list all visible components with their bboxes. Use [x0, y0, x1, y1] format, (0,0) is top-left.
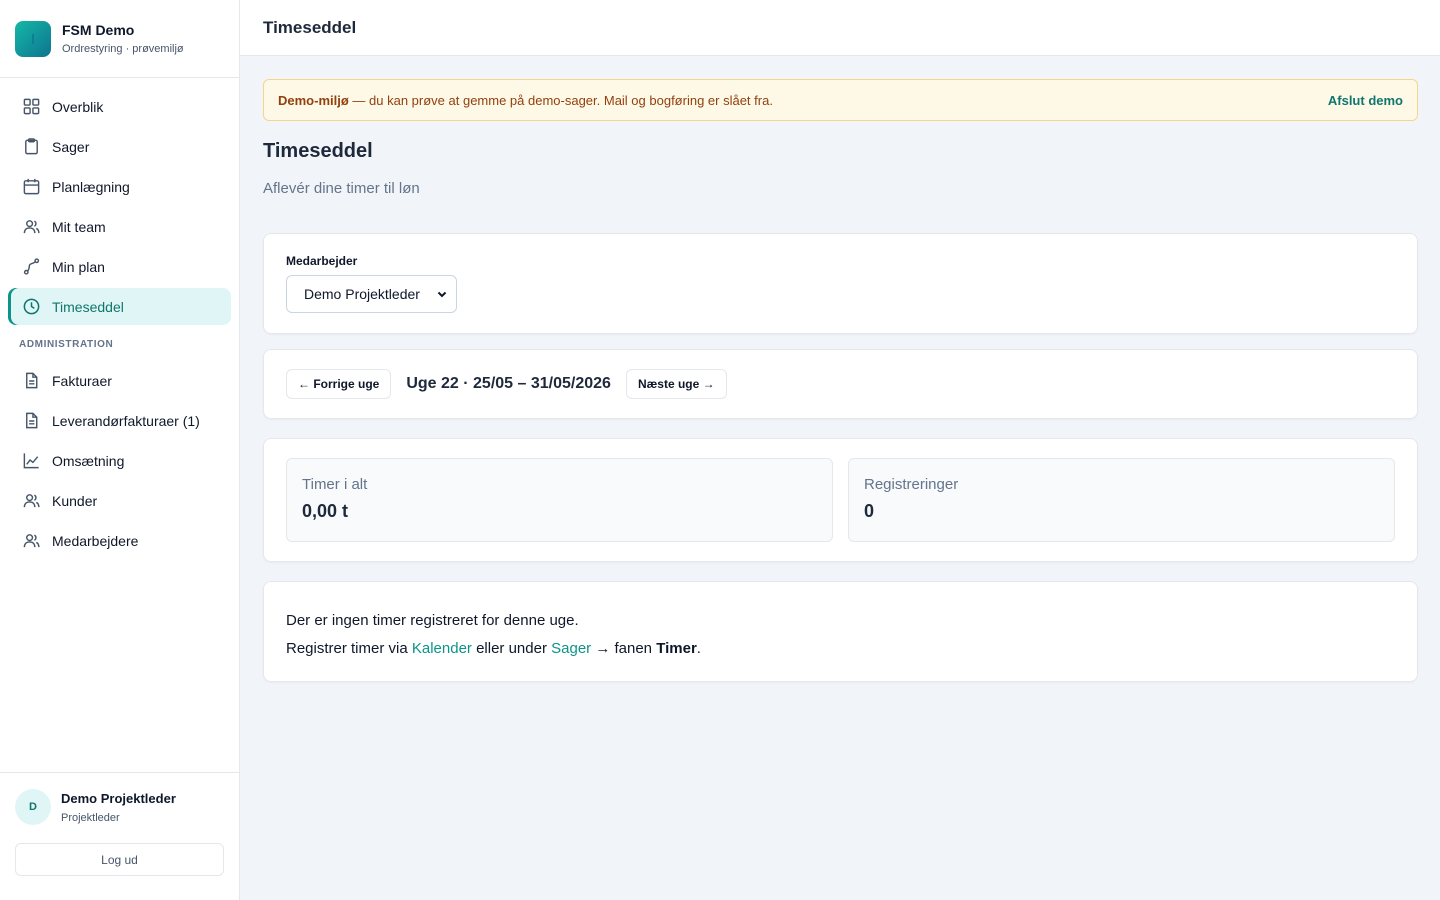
empty-hint: Registrer timer via Kalender eller under…	[286, 635, 1395, 663]
banner-text: — du kan prøve at gemme på demo-sager. M…	[348, 92, 773, 108]
user-role: Projektleder	[61, 812, 120, 824]
clipboard-icon	[25, 138, 38, 155]
sidebar-item-label: Omsætning	[52, 452, 125, 469]
sidebar-item-label: Timeseddel	[52, 298, 124, 315]
sidebar-item-label: Fakturaer	[52, 372, 112, 389]
page-title: Timeseddel	[263, 140, 373, 162]
sidebar-item-label: Medarbejdere	[52, 532, 139, 549]
previous-week-button[interactable]: ← Forrige uge	[286, 369, 392, 399]
sidebar-item-medarbejdere[interactable]: Medarbejdere	[8, 522, 231, 559]
banner-message: Demo-miljø — du kan prøve at gemme på de…	[278, 93, 773, 108]
topbar: Timeseddel	[240, 0, 1440, 56]
sidebar-item-label: Mit team	[52, 218, 106, 235]
avatar: D	[15, 789, 51, 825]
sidebar-item-timeseddel[interactable]: Timeseddel	[8, 288, 231, 325]
cases-link[interactable]: Sager	[551, 640, 591, 657]
empty-state-card: Der er ingen timer registreret for denne…	[263, 581, 1418, 682]
nav-section-administration: ADMINISTRATION	[19, 339, 114, 350]
users-icon	[23, 494, 40, 508]
demo-banner: Demo-miljø — du kan prøve at gemme på de…	[263, 79, 1418, 121]
app-name: FSM Demo	[62, 22, 135, 38]
calendar-link[interactable]: Kalender	[412, 640, 472, 657]
sidebar-item-label: Planlægning	[52, 178, 130, 195]
sidebar-item-label: Overblik	[52, 98, 104, 115]
sidebar-item-sager[interactable]: Sager	[8, 128, 231, 165]
sidebar-item-planlaegning[interactable]: Planlægning	[8, 168, 231, 205]
page-subtitle: Aflevér dine timer til løn	[263, 180, 420, 197]
logout-button[interactable]: Log ud	[15, 843, 224, 876]
employee-select[interactable]: Demo Projektleder	[286, 275, 457, 313]
employee-card: Medarbejder Demo Projektleder	[263, 233, 1418, 334]
document-icon	[26, 372, 38, 389]
users-icon	[23, 534, 40, 548]
hint-text: Registrer timer via	[286, 640, 412, 657]
stat-total-hours: Timer i alt 0,00 t	[286, 458, 833, 542]
stat-label: Registreringer	[864, 476, 959, 493]
stats-card: Timer i alt 0,00 t Registreringer 0	[263, 438, 1418, 562]
sidebar-item-mit-team[interactable]: Mit team	[8, 208, 231, 245]
clock-icon	[23, 298, 40, 315]
stat-label: Timer i alt	[302, 476, 368, 493]
grid-icon	[23, 98, 40, 115]
sidebar-item-label: Min plan	[52, 258, 105, 275]
sidebar-item-min-plan[interactable]: Min plan	[8, 248, 231, 285]
sidebar-item-leverandorfakturaer[interactable]: Leverandørfakturaer (1)	[8, 402, 231, 439]
main-content: Demo-miljø — du kan prøve at gemme på de…	[263, 79, 1418, 682]
week-nav-card: ← Forrige uge Uge 22 · 25/05 – 31/05/202…	[263, 349, 1418, 419]
employee-select-value: Demo Projektleder	[304, 286, 420, 302]
stat-value: 0	[864, 501, 875, 521]
header-title: Timeseddel	[263, 17, 357, 37]
calendar-icon	[23, 178, 40, 195]
sidebar-item-label: Leverandørfakturaer (1)	[52, 412, 200, 429]
hint-text: .	[696, 640, 701, 657]
route-icon	[23, 258, 40, 275]
sidebar-item-fakturaer[interactable]: Fakturaer	[8, 362, 231, 399]
banner-strong: Demo-miljø	[278, 92, 349, 108]
empty-message: Der er ingen timer registreret for denne…	[286, 612, 579, 629]
timer-tab-name: Timer	[656, 640, 697, 657]
stat-value: 0,00 t	[302, 501, 349, 521]
employee-label: Medarbejder	[286, 254, 358, 268]
app-subtitle: Ordrestyring · prøvemiljø	[62, 43, 184, 55]
sidebar-item-overblik[interactable]: Overblik	[8, 88, 231, 125]
chevron-down-icon	[437, 291, 447, 298]
main-nav: Overblik Sager Planlægning Mit team Min …	[0, 78, 239, 559]
user-name: Demo Projektleder	[61, 791, 176, 806]
line-chart-icon	[23, 453, 39, 469]
sidebar-item-omsaetning[interactable]: Omsætning	[8, 442, 231, 479]
hint-text: eller under	[471, 640, 552, 657]
brand: FSM Demo Ordrestyring · prøvemiljø	[0, 0, 239, 78]
hint-text: → fanen	[591, 640, 657, 657]
stat-registrations: Registreringer 0	[848, 458, 1395, 542]
user-profile: D Demo Projektleder Projektleder	[15, 789, 224, 825]
brand-logo	[15, 20, 51, 57]
users-icon	[23, 220, 40, 234]
week-label: Uge 22 · 25/05 – 31/05/2026	[406, 375, 611, 392]
sidebar-item-label: Kunder	[52, 492, 98, 509]
sidebar-item-label: Sager	[52, 138, 90, 155]
logo-mark-icon	[32, 33, 34, 44]
next-week-button[interactable]: Næste uge →	[625, 369, 727, 399]
document-icon	[26, 412, 38, 429]
sidebar-footer: D Demo Projektleder Projektleder Log ud	[0, 772, 239, 900]
sidebar: FSM Demo Ordrestyring · prøvemiljø Overb…	[0, 0, 240, 900]
end-demo-link[interactable]: Afslut demo	[1328, 93, 1403, 108]
sidebar-item-kunder[interactable]: Kunder	[8, 482, 231, 519]
